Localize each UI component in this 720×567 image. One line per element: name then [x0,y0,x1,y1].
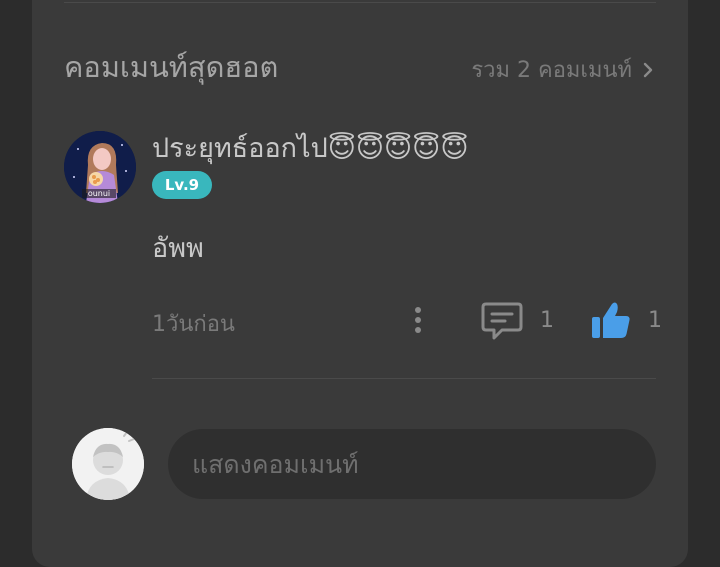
comment-input[interactable] [168,429,656,499]
thumbs-up-icon [592,302,630,338]
avatar[interactable]: ounui [64,131,136,203]
comment-username[interactable]: ประยุทธ์ออกไป😇😇😇😇😇 [152,126,468,169]
level-badge: Lv.9 [152,171,212,199]
view-all-comments-link[interactable]: รวม 2 คอมเมนท์ [471,52,656,87]
reply-count: 1 [540,307,554,333]
more-options-button[interactable] [404,302,432,338]
like-count: 1 [648,307,662,333]
reply-button[interactable]: 1 [480,296,554,344]
total-comments-label: รวม 2 คอมเมนท์ [471,58,632,83]
chevron-right-icon [643,62,653,77]
divider [64,2,656,3]
current-user-avatar [72,428,144,500]
more-vertical-icon [415,307,421,333]
comment-bubble-icon [481,302,523,340]
like-button[interactable]: 1 [590,296,662,344]
divider [152,378,656,379]
section-title: คอมเมนท์สุดฮอต [64,50,279,84]
comment-text: อัพพ [152,233,204,264]
avatar-caption: ounui [88,189,110,198]
comment-timestamp: 1วันก่อน [152,312,235,337]
